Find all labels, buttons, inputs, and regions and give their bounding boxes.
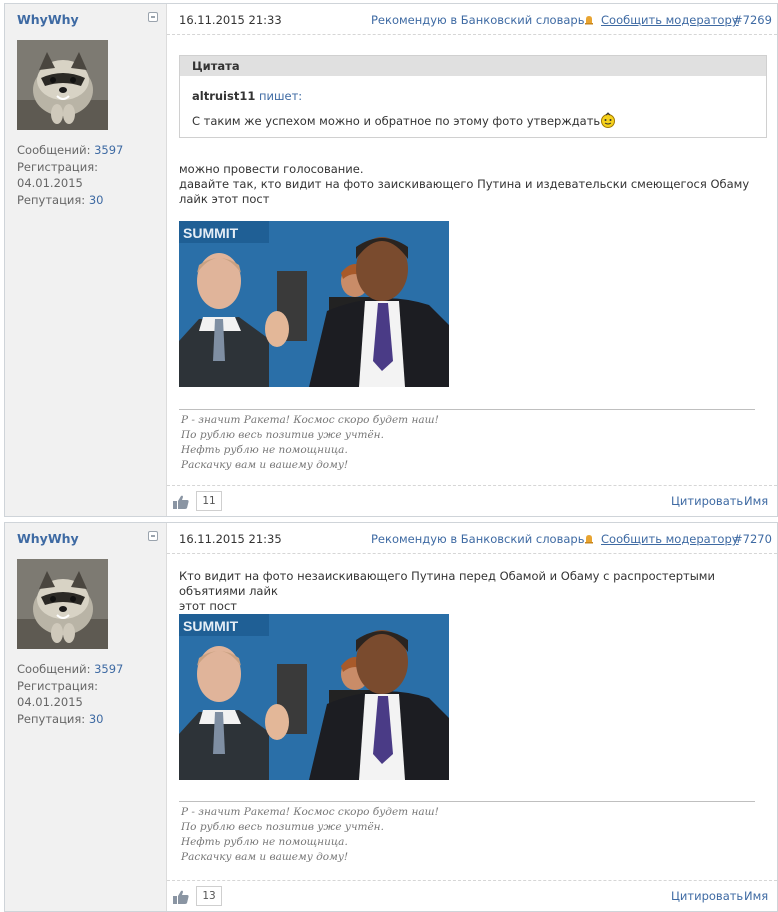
like-count: 13	[196, 886, 222, 906]
quote-author: altruist11 пишет:	[192, 89, 302, 103]
signature-line: По рублю весь позитив уже учтён.	[181, 429, 384, 441]
registration-date: 04.01.2015	[17, 695, 83, 709]
message-line: этот пост	[179, 599, 237, 613]
avatar[interactable]	[17, 40, 108, 130]
post-header: 16.11.2015 21:33 Рекомендую в Банковский…	[167, 4, 777, 35]
registration-date: 04.01.2015	[17, 176, 83, 190]
post-date: 16.11.2015 21:33	[179, 13, 282, 27]
quote-title: Цитата	[180, 56, 766, 76]
post-number-link[interactable]: #7270	[733, 532, 772, 546]
quote-writes-link[interactable]: пишет:	[259, 89, 302, 103]
user-stats: Сообщений: 3597 Регистрация: 04.01.2015 …	[17, 661, 166, 727]
recommend-link[interactable]: Рекомендую в Банковский словарь	[371, 532, 585, 546]
messages-label: Сообщений:	[17, 662, 91, 676]
signature-line: Нефть рублю не помощница.	[181, 444, 348, 456]
thumbs-up-icon[interactable]	[173, 495, 189, 509]
post-photo[interactable]: SUMMIT	[179, 221, 449, 387]
quote-block: Цитата altruist11 пишет: С таким же успе…	[179, 55, 767, 138]
reputation-label: Репутация:	[17, 192, 86, 207]
messages-label: Сообщений:	[17, 143, 91, 157]
registration-label: Регистрация:	[17, 159, 98, 174]
photo-banner-text: SUMMIT	[183, 225, 239, 241]
thumbs-up-icon[interactable]	[173, 890, 189, 904]
forum-post: WhyWhy Сообщений: 3597 Регистрация: 04.0…	[4, 522, 778, 912]
like-count: 11	[196, 491, 222, 511]
user-menu-icon[interactable]	[148, 12, 158, 22]
bell-icon	[585, 16, 593, 25]
post-footer: 13 Цитировать Имя	[167, 880, 777, 911]
signature-line: Р - значит Ракета! Космос скоро будет на…	[181, 806, 439, 818]
name-button[interactable]: Имя	[744, 889, 768, 903]
username-link[interactable]: WhyWhy	[17, 531, 79, 546]
post-body: 16.11.2015 21:33 Рекомендую в Банковский…	[167, 4, 777, 516]
smiley-icon	[601, 112, 616, 128]
message-line: можно провести голосование.	[179, 162, 364, 176]
quote-button[interactable]: Цитировать	[671, 494, 743, 508]
post-message: Кто видит на фото незаискивающего Путина…	[179, 569, 769, 614]
avatar[interactable]	[17, 559, 108, 649]
quote-text-content: С таким же успехом можно и обратное по э…	[192, 114, 601, 128]
report-moderator-link[interactable]: Сообщить модератору	[601, 532, 739, 546]
reputation-label: Репутация:	[17, 711, 86, 726]
user-info-panel: WhyWhy Сообщений: 3597 Регистрация: 04.0…	[5, 4, 167, 516]
signature-line: Нефть рублю не помощница.	[181, 836, 348, 848]
post-message: можно провести голосование. давайте так,…	[179, 162, 769, 207]
signature-line: По рублю весь позитив уже учтён.	[181, 821, 384, 833]
signature-line: Р - значит Ракета! Космос скоро будет на…	[181, 414, 439, 426]
message-line: давайте так, кто видит на фото заискиваю…	[179, 177, 750, 206]
report-moderator-link[interactable]: Сообщить модератору	[601, 13, 739, 27]
registration-label: Регистрация:	[17, 678, 98, 693]
signature-line: Раскачку вам и вашему дому!	[181, 459, 349, 471]
signature: Р - значит Ракета! Космос скоро будет на…	[181, 805, 439, 865]
post-footer: 11 Цитировать Имя	[167, 485, 777, 516]
signature-line: Раскачку вам и вашему дому!	[181, 851, 349, 863]
name-button[interactable]: Имя	[744, 494, 768, 508]
quote-text: С таким же успехом можно и обратное по э…	[192, 112, 616, 128]
signature-divider	[179, 409, 755, 410]
bell-icon	[585, 535, 593, 544]
post-date: 16.11.2015 21:35	[179, 532, 282, 546]
quote-button[interactable]: Цитировать	[671, 889, 743, 903]
user-menu-icon[interactable]	[148, 531, 158, 541]
recommend-link[interactable]: Рекомендую в Банковский словарь	[371, 13, 585, 27]
post-body: 16.11.2015 21:35 Рекомендую в Банковский…	[167, 523, 777, 911]
messages-count[interactable]: 3597	[94, 662, 123, 676]
username-link[interactable]: WhyWhy	[17, 12, 79, 27]
quote-author-name: altruist11	[192, 89, 256, 103]
user-info-panel: WhyWhy Сообщений: 3597 Регистрация: 04.0…	[5, 523, 167, 911]
message-line: Кто видит на фото незаискивающего Путина…	[179, 569, 715, 598]
post-number-link[interactable]: #7269	[733, 13, 772, 27]
signature-divider	[179, 801, 755, 802]
user-stats: Сообщений: 3597 Регистрация: 04.01.2015 …	[17, 142, 166, 208]
photo-banner-text: SUMMIT	[183, 618, 239, 634]
signature: Р - значит Ракета! Космос скоро будет на…	[181, 413, 439, 473]
post-header: 16.11.2015 21:35 Рекомендую в Банковский…	[167, 523, 777, 554]
post-photo[interactable]: SUMMIT	[179, 614, 449, 780]
messages-count[interactable]: 3597	[94, 143, 123, 157]
reputation-value[interactable]: 30	[89, 712, 104, 726]
forum-post: WhyWhy Сообщений: 3597 Регистрация: 04.0…	[4, 3, 778, 517]
reputation-value[interactable]: 30	[89, 193, 104, 207]
